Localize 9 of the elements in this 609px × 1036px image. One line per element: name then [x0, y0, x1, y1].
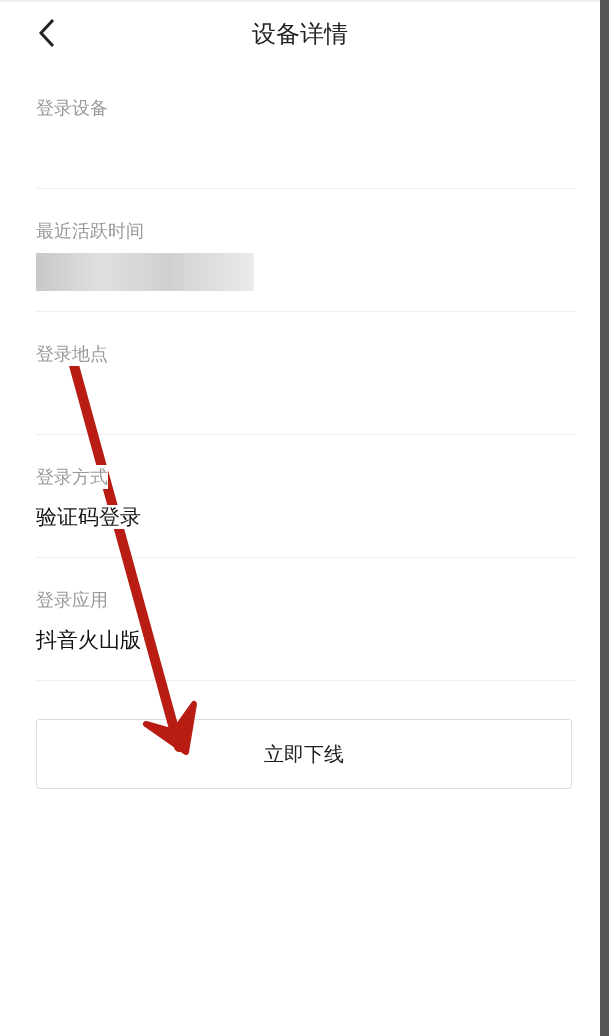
field-value: 验证码登录: [36, 505, 141, 529]
field-label: 登录地点: [36, 342, 108, 366]
field-label: 登录方式: [36, 465, 108, 489]
log-out-device-button[interactable]: 立即下线: [36, 719, 572, 789]
field-value: 抖音火山版: [36, 628, 141, 652]
field-label: 登录设备: [36, 96, 108, 120]
field-label: 最近活跃时间: [36, 219, 144, 243]
page-title: 设备详情: [252, 19, 348, 50]
field-label: 登录应用: [36, 588, 108, 612]
